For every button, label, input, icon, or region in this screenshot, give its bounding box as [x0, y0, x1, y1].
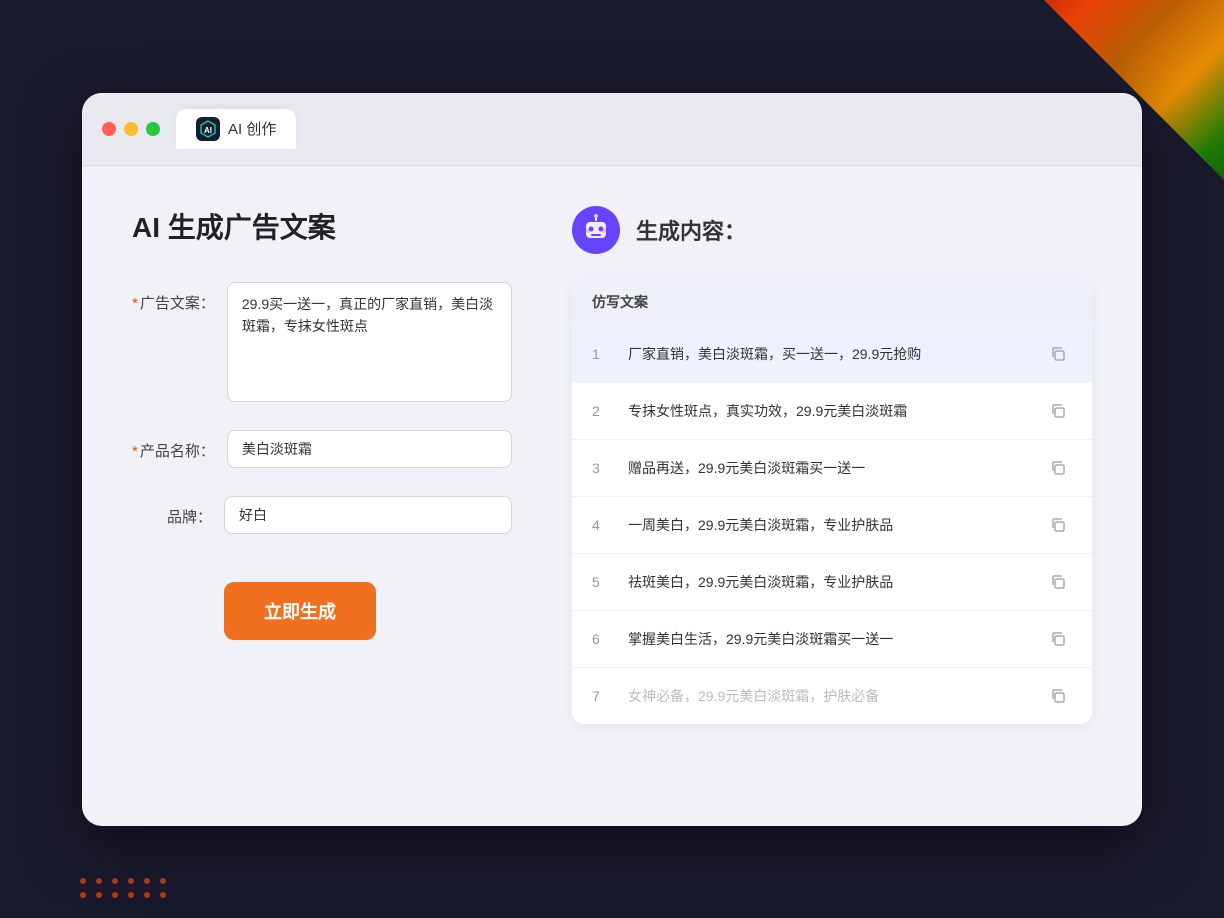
copy-button[interactable] — [1044, 511, 1072, 539]
required-mark-product: * — [132, 443, 138, 460]
generate-button[interactable]: 立即生成 — [224, 582, 376, 640]
row-number: 2 — [592, 403, 612, 419]
results-list: 1 厂家直销，美白淡斑霜，买一送一，29.9元抢购 2 专抹女性斑点，真实功效，29… — [572, 326, 1092, 724]
row-text: 赠品再送，29.9元美白淡斑霜买一送一 — [628, 458, 1028, 478]
result-table: 仿写文案 1 厂家直销，美白淡斑霜，买一送一，29.9元抢购 2 专抹女性斑点，真实… — [572, 278, 1092, 724]
row-text: 厂家直销，美白淡斑霜，买一送一，29.9元抢购 — [628, 344, 1028, 364]
titlebar: AI AI 创作 — [82, 93, 1142, 166]
copy-button[interactable] — [1044, 568, 1072, 596]
row-text: 专抹女性斑点，真实功效，29.9元美白淡斑霜 — [628, 401, 1028, 421]
form-group-ad-copy: *广告文案： — [132, 282, 512, 402]
form-group-brand: 品牌： — [132, 496, 512, 534]
row-text: 一周美白，29.9元美白淡斑霜，专业护肤品 — [628, 515, 1028, 535]
table-row: 6 掌握美白生活，29.9元美白淡斑霜买一送一 — [572, 611, 1092, 668]
form-group-product-name: *产品名称： — [132, 430, 512, 468]
row-number: 3 — [592, 460, 612, 476]
table-header: 仿写文案 — [572, 278, 1092, 326]
copy-button[interactable] — [1044, 454, 1072, 482]
right-panel: 生成内容： 仿写文案 1 厂家直销，美白淡斑霜，买一送一，29.9元抢购 2 专抹女… — [572, 206, 1092, 786]
page-title: AI 生成广告文案 — [132, 206, 512, 246]
table-row: 1 厂家直销，美白淡斑霜，买一送一，29.9元抢购 — [572, 326, 1092, 383]
bg-decoration-dots — [80, 878, 168, 898]
window-controls — [102, 122, 160, 136]
table-row: 5 祛斑美白，29.9元美白淡斑霜，专业护肤品 — [572, 554, 1092, 611]
row-text: 掌握美白生活，29.9元美白淡斑霜买一送一 — [628, 629, 1028, 649]
table-row: 4 一周美白，29.9元美白淡斑霜，专业护肤品 — [572, 497, 1092, 554]
left-panel: AI 生成广告文案 *广告文案： *产品名称： 品牌： — [132, 206, 512, 786]
label-ad-copy: *广告文案： — [132, 282, 215, 313]
required-mark-ad: * — [132, 295, 138, 312]
table-row: 3 赠品再送，29.9元美白淡斑霜买一送一 — [572, 440, 1092, 497]
row-number: 1 — [592, 346, 612, 362]
row-number: 4 — [592, 517, 612, 533]
label-brand: 品牌： — [132, 496, 212, 527]
result-title: 生成内容： — [636, 214, 746, 246]
maximize-button[interactable] — [146, 122, 160, 136]
close-button[interactable] — [102, 122, 116, 136]
label-product-name: *产品名称： — [132, 430, 215, 461]
tab-icon: AI — [196, 117, 220, 141]
row-text: 女神必备，29.9元美白淡斑霜，护肤必备 — [628, 686, 1028, 706]
input-brand[interactable] — [224, 496, 512, 534]
input-product-name[interactable] — [227, 430, 512, 468]
svg-text:AI: AI — [204, 126, 212, 135]
table-row: 2 专抹女性斑点，真实功效，29.9元美白淡斑霜 — [572, 383, 1092, 440]
row-number: 7 — [592, 688, 612, 704]
row-number: 6 — [592, 631, 612, 647]
content-area: AI 生成广告文案 *广告文案： *产品名称： 品牌： — [82, 166, 1142, 826]
copy-button[interactable] — [1044, 682, 1072, 710]
tab-label: AI 创作 — [228, 118, 276, 139]
copy-button[interactable] — [1044, 397, 1072, 425]
copy-button[interactable] — [1044, 625, 1072, 653]
textarea-ad-copy[interactable] — [227, 282, 512, 402]
result-header: 生成内容： — [572, 206, 1092, 254]
copy-button[interactable] — [1044, 340, 1072, 368]
table-row: 7 女神必备，29.9元美白淡斑霜，护肤必备 — [572, 668, 1092, 724]
main-window: AI AI 创作 AI 生成广告文案 *广告文案： *产品名称： — [82, 93, 1142, 826]
ai-tab[interactable]: AI AI 创作 — [176, 109, 296, 149]
row-number: 5 — [592, 574, 612, 590]
row-text: 祛斑美白，29.9元美白淡斑霜，专业护肤品 — [628, 572, 1028, 592]
robot-icon — [572, 206, 620, 254]
minimize-button[interactable] — [124, 122, 138, 136]
